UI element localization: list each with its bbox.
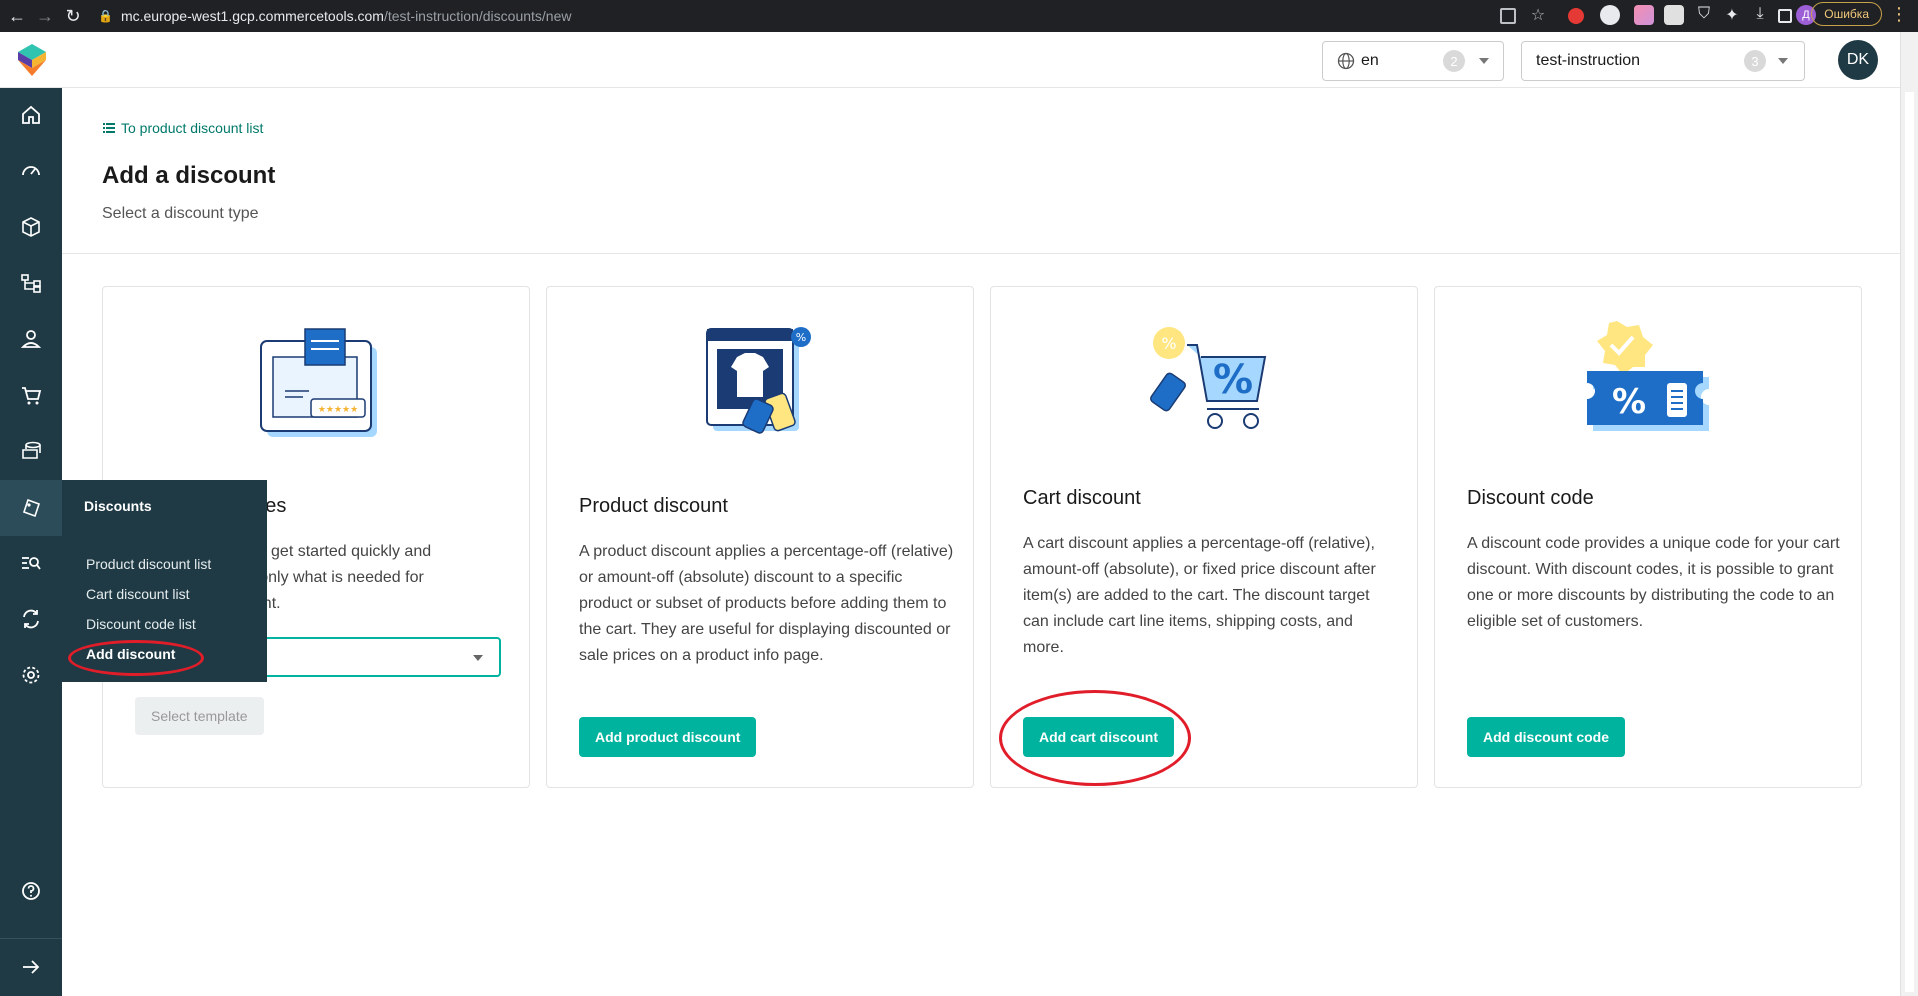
svg-text:★★★★★: ★★★★★ [318, 405, 358, 415]
products-icon[interactable] [18, 214, 44, 240]
download-icon[interactable]: ⤓ [1750, 5, 1770, 25]
card-title: Cart discount [1023, 487, 1141, 509]
search-icon[interactable] [18, 550, 44, 576]
chevron-down-icon [473, 655, 483, 661]
home-icon[interactable] [18, 102, 44, 128]
project-count-badge: 3 [1744, 50, 1766, 72]
lock-icon[interactable]: 🔒 [98, 9, 113, 23]
flyout-item-discount-code-list[interactable]: Discount code list [86, 616, 196, 632]
address-bar[interactable]: mc.europe-west1.gcp.commercetools.com/te… [121, 8, 572, 24]
svg-text:%: % [1213, 357, 1253, 403]
card-description: A product discount applies a percentage-… [579, 543, 954, 664]
error-badge[interactable]: Ошибка [1811, 2, 1882, 26]
scrollbar-thumb[interactable] [1905, 92, 1914, 992]
more-menu-icon[interactable]: ⋮ [1890, 4, 1908, 25]
nav-divider [0, 938, 62, 939]
flyout-item-product-discount-list[interactable]: Product discount list [86, 556, 211, 572]
main-content: To product discount list Add a discount … [62, 88, 1900, 996]
sync-icon[interactable] [18, 606, 44, 632]
product-discount-card: % Product discount A product discount ap… [546, 286, 974, 788]
customers-icon[interactable] [18, 326, 44, 352]
forward-arrow-icon[interactable]: → [34, 5, 56, 27]
star-icon[interactable]: ☆ [1528, 5, 1548, 25]
dashboard-icon[interactable] [18, 158, 44, 184]
cart-discount-illustration-icon: % % [1150, 327, 1267, 429]
project-selector[interactable]: test-instruction 3 [1521, 41, 1805, 81]
url-path: /test-instruction/discounts/new [383, 8, 572, 24]
browser-toolbar: ← → ↻ 🔒 mc.europe-west1.gcp.commercetool… [0, 0, 1918, 32]
globe-icon [1337, 52, 1355, 70]
discounts-icon[interactable] [18, 495, 44, 521]
categories-icon[interactable] [18, 270, 44, 296]
card-description: A discount code provides a unique code f… [1467, 535, 1840, 630]
orders-icon[interactable] [18, 382, 44, 408]
add-discount-code-button[interactable]: Add discount code [1467, 717, 1625, 757]
product-discount-illustration-icon: % [706, 327, 811, 434]
extension-red-icon[interactable] [1568, 8, 1584, 24]
help-icon[interactable] [18, 878, 44, 904]
language-count-badge: 2 [1443, 50, 1465, 72]
extension-gray-icon[interactable] [1664, 5, 1684, 25]
back-link[interactable]: To product discount list [103, 120, 263, 136]
add-product-discount-button[interactable]: Add product discount [579, 717, 757, 757]
add-cart-discount-button[interactable]: Add cart discount [1023, 717, 1175, 757]
cart-discount-card: % % Cart discount A cart discount applie… [990, 286, 1418, 788]
language-value: en [1361, 52, 1379, 69]
page-title: Add a discount [102, 162, 276, 189]
card-title: Product discount [579, 495, 728, 517]
puzzle-icon[interactable]: ✦ [1722, 5, 1742, 25]
flyout-title: Discounts [84, 498, 152, 514]
template-select[interactable] [229, 637, 501, 677]
discount-code-illustration-icon: % [1587, 321, 1709, 431]
share-icon[interactable] [1500, 8, 1516, 24]
header-divider [62, 253, 1900, 254]
list-icon [103, 123, 115, 133]
template-illustration-icon: ★★★★★ [260, 328, 377, 437]
svg-text:%: % [1612, 382, 1646, 422]
project-value: test-instruction [1536, 52, 1641, 69]
shield-icon[interactable]: ⛉ [1694, 5, 1714, 25]
card-title: Discount code [1467, 487, 1594, 509]
flyout-item-cart-discount-list[interactable]: Cart discount list [86, 586, 189, 602]
chevron-down-icon [1778, 58, 1788, 64]
extension-pink-icon[interactable] [1634, 5, 1654, 25]
settings-icon[interactable] [18, 662, 44, 688]
sidepanel-icon[interactable] [1778, 9, 1792, 23]
flyout-item-add-discount[interactable]: Add discount [86, 646, 175, 662]
user-avatar[interactable]: DK [1838, 40, 1878, 80]
main-navigation [0, 88, 62, 996]
chevron-down-icon [1479, 58, 1489, 64]
discount-code-card: % Discount code A discount code provides… [1434, 286, 1862, 788]
discounts-flyout-menu: Discounts Product discount list Cart dis… [62, 480, 267, 682]
app-header: en 2 test-instruction 3 DK [0, 32, 1900, 88]
page-subtitle: Select a discount type [102, 205, 259, 222]
extension-off-icon[interactable] [1600, 5, 1620, 25]
back-arrow-icon[interactable]: ← [6, 5, 28, 27]
svg-text:%: % [1161, 334, 1176, 353]
expand-arrow-icon[interactable] [18, 954, 44, 980]
page-scrollbar[interactable] [1900, 32, 1918, 996]
svg-text:%: % [796, 331, 806, 344]
language-selector[interactable]: en 2 [1322, 41, 1504, 81]
url-host: mc.europe-west1.gcp.commercetools.com [120, 8, 384, 24]
pricing-icon[interactable] [18, 438, 44, 464]
reload-icon[interactable]: ↻ [62, 5, 84, 27]
card-description: A cart discount applies a percentage-off… [1023, 535, 1376, 656]
select-template-button[interactable]: Select template [135, 697, 264, 735]
commercetools-logo[interactable] [18, 44, 46, 76]
back-link-label: To product discount list [121, 120, 264, 136]
